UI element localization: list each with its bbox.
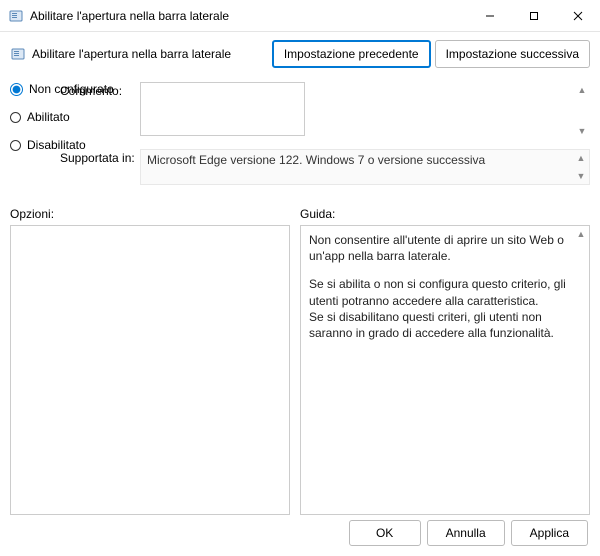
titlebar: Abilitare l'apertura nella barra lateral… bbox=[0, 0, 600, 32]
radio-disabled-indicator bbox=[10, 140, 21, 151]
radio-enabled-indicator bbox=[10, 112, 21, 123]
policy-icon bbox=[10, 46, 26, 62]
options-label: Opzioni: bbox=[10, 207, 290, 221]
header-row: Abilitare l'apertura nella barra lateral… bbox=[10, 40, 590, 68]
cancel-button[interactable]: Annulla bbox=[427, 520, 505, 546]
supported-text: Microsoft Edge versione 122. Windows 7 o… bbox=[147, 153, 485, 167]
guide-label: Guida: bbox=[300, 207, 590, 221]
scroll-up-icon[interactable]: ▲ bbox=[573, 226, 589, 242]
scroll-down-icon[interactable]: ▼ bbox=[574, 123, 590, 139]
guide-p3: Se si disabilitano questi criteri, gli u… bbox=[309, 309, 581, 341]
app-icon bbox=[8, 8, 24, 24]
window-title: Abilitare l'apertura nella barra lateral… bbox=[30, 9, 468, 23]
guide-p2: Se si abilita o non si configura questo … bbox=[309, 276, 581, 308]
ok-button[interactable]: OK bbox=[349, 520, 421, 546]
apply-button[interactable]: Applica bbox=[511, 520, 588, 546]
policy-title: Abilitare l'apertura nella barra lateral… bbox=[32, 47, 231, 61]
minimize-button[interactable] bbox=[468, 1, 512, 31]
window-controls bbox=[468, 1, 600, 31]
comment-input[interactable] bbox=[140, 82, 305, 136]
options-box bbox=[10, 225, 290, 515]
footer: OK Annulla Applica bbox=[349, 520, 588, 546]
previous-setting-button[interactable]: Impostazione precedente bbox=[272, 40, 431, 68]
comment-label: Commento: bbox=[60, 82, 140, 139]
guide-box: Non consentire all'utente di aprire un s… bbox=[300, 225, 590, 515]
close-button[interactable] bbox=[556, 1, 600, 31]
scroll-up-icon[interactable]: ▲ bbox=[573, 150, 589, 166]
maximize-button[interactable] bbox=[512, 1, 556, 31]
scroll-up-icon[interactable]: ▲ bbox=[574, 82, 590, 98]
radio-not-configured-input[interactable] bbox=[10, 83, 23, 96]
scroll-down-icon[interactable]: ▼ bbox=[573, 168, 589, 184]
next-setting-button[interactable]: Impostazione successiva bbox=[435, 40, 590, 68]
supported-text-box: Microsoft Edge versione 122. Windows 7 o… bbox=[140, 149, 590, 185]
guide-p1: Non consentire all'utente di aprire un s… bbox=[309, 232, 581, 264]
supported-label: Supportata in: bbox=[60, 149, 140, 185]
